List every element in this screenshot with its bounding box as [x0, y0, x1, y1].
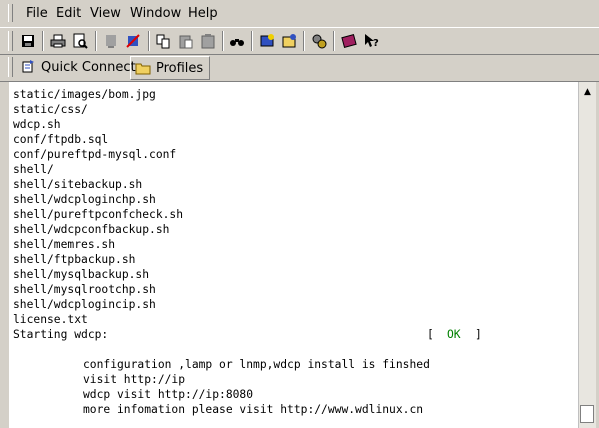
vertical-scrollbar[interactable]: ▲ [578, 82, 596, 428]
copy-icon[interactable] [154, 32, 172, 50]
profiles-label: Profiles [156, 60, 204, 76]
terminal-line: license.txt [13, 313, 88, 326]
menu-window-label: Window [130, 6, 182, 21]
terminal-line: shell/wdcploginchp.sh [13, 193, 156, 206]
terminal-line: shell/mysqlrootchp.sh [13, 283, 156, 296]
menu-view[interactable]: View [90, 6, 121, 21]
terminal-line: shell/ [13, 163, 54, 176]
terminal-info-line: more infomation please visit http://www.… [83, 403, 424, 416]
status-bracket-open: [ [427, 328, 434, 341]
new-file-transfer-icon[interactable] [280, 32, 298, 50]
quick-connect-bar: Quick Connect Profiles [0, 54, 599, 82]
quick-connect-label: Quick Connect [41, 59, 136, 75]
svg-text:?: ? [373, 38, 379, 49]
toolbar-separator [333, 31, 335, 51]
toolbar-separator [95, 31, 97, 51]
terminal-line: wdcp.sh [13, 118, 61, 131]
context-help-icon[interactable]: ? [362, 32, 380, 50]
quick-connect-button[interactable]: Quick Connect [20, 56, 136, 78]
menu-help[interactable]: Help [188, 6, 218, 21]
scroll-thumb[interactable] [580, 405, 594, 423]
new-terminal-icon[interactable] [258, 32, 276, 50]
settings-icon[interactable] [310, 32, 328, 50]
status-ok: OK [447, 328, 461, 341]
terminal-line: conf/ftpdb.sql [13, 133, 109, 146]
paste-special-icon[interactable] [199, 32, 217, 50]
toolbar-separator [222, 31, 224, 51]
paste-icon[interactable] [177, 32, 195, 50]
connect-icon[interactable] [124, 32, 142, 50]
menubar-grip[interactable] [8, 4, 13, 22]
terminal-output[interactable]: static/images/bom.jpg static/css/ wdcp.s… [9, 82, 578, 428]
folder-icon [135, 60, 151, 76]
toolbar-grip[interactable] [8, 31, 13, 51]
find-icon[interactable] [228, 32, 246, 50]
toolbar-separator [251, 31, 253, 51]
toolbar-separator [148, 31, 150, 51]
terminal-line: shell/wdcplogincip.sh [13, 298, 156, 311]
toolbar: ? [0, 27, 599, 55]
terminal-line: shell/ftpbackup.sh [13, 253, 136, 266]
menu-window[interactable]: Window [130, 6, 181, 21]
menu-bar: File Edit View Window Help [0, 0, 599, 26]
help-book-icon[interactable] [340, 32, 358, 50]
terminal-line: static/images/bom.jpg [13, 88, 156, 101]
quickbar-grip[interactable] [8, 57, 13, 77]
quick-connect-icon [20, 59, 36, 75]
print-preview-icon[interactable] [71, 32, 89, 50]
toolbar-separator [42, 31, 44, 51]
toolbar-separator [303, 31, 305, 51]
terminal-line: static/css/ [13, 103, 88, 116]
menu-edit-label: Edit [56, 6, 82, 21]
scroll-up-arrow-icon[interactable]: ▲ [579, 84, 596, 100]
terminal-line: shell/memres.sh [13, 238, 116, 251]
terminal-line: shell/mysqlbackup.sh [13, 268, 150, 281]
terminal-line: Starting wdcp: [13, 328, 109, 341]
terminal-line: shell/pureftpconfcheck.sh [13, 208, 184, 221]
status-bracket-close: ] [475, 328, 482, 341]
terminal-line: conf/pureftpd-mysql.conf [13, 148, 177, 161]
terminal-info-line: configuration ,lamp or lnmp,wdcp install… [83, 358, 430, 371]
print-icon[interactable] [49, 32, 67, 50]
terminal-info-line: visit http://ip [83, 373, 186, 386]
menu-help-label: Help [188, 6, 218, 21]
disconnect-icon[interactable] [102, 32, 120, 50]
menu-view-label: View [90, 6, 121, 21]
menu-file-label: File [26, 6, 48, 21]
terminal-line: shell/sitebackup.sh [13, 178, 143, 191]
terminal-info-line: wdcp visit http://ip:8080 [83, 388, 254, 401]
save-icon[interactable] [19, 32, 37, 50]
menu-file[interactable]: File [26, 6, 48, 21]
menu-edit[interactable]: Edit [56, 6, 81, 21]
profiles-button[interactable]: Profiles [130, 56, 211, 80]
terminal-line: shell/wdcpconfbackup.sh [13, 223, 170, 236]
